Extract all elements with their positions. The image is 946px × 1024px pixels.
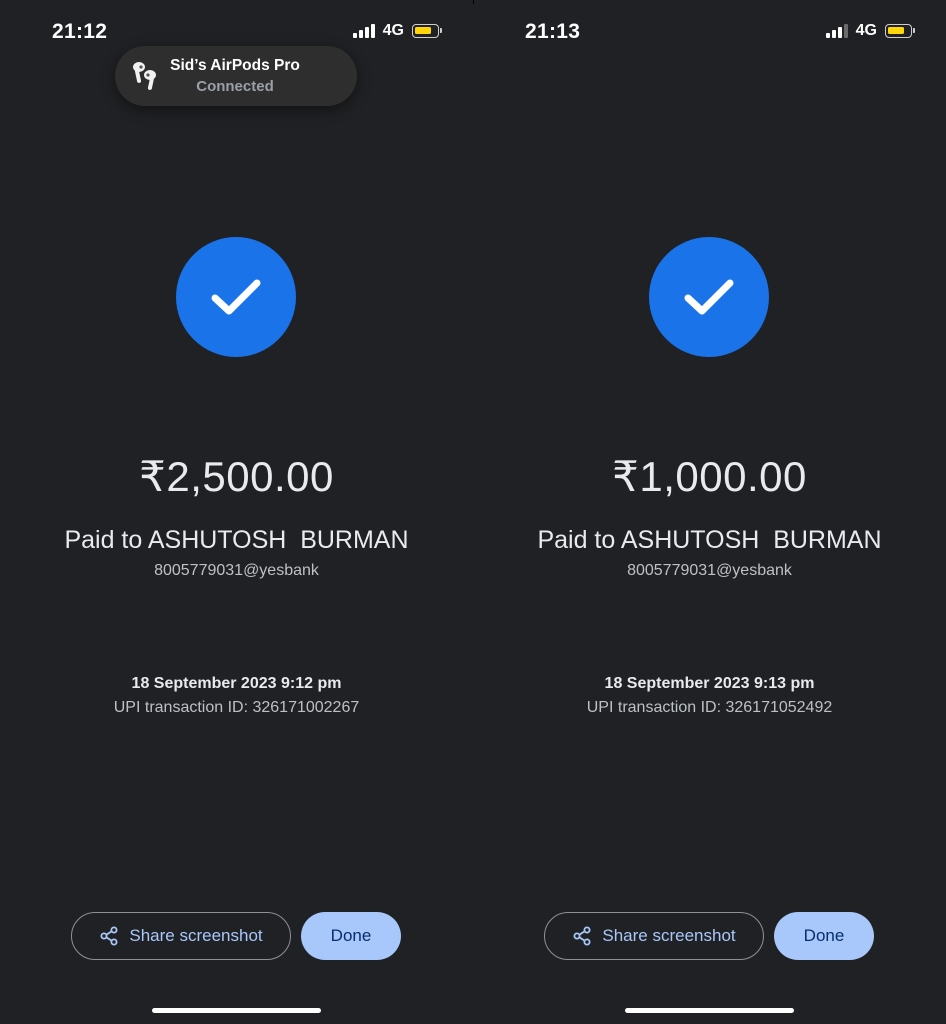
battery-icon [885, 24, 915, 38]
airpods-device-name: Sid’s AirPods Pro [170, 57, 300, 74]
payee-upi-id: 8005779031@yesbank [627, 562, 792, 579]
status-bar: 21:13 4G [473, 0, 946, 64]
payment-datetime: 18 September 2023 9:13 pm [604, 675, 815, 692]
done-button[interactable]: Done [774, 912, 874, 960]
success-check-badge [176, 237, 296, 357]
payment-amount: ₹2,500.00 [139, 453, 334, 500]
status-indicators: 4G [352, 22, 442, 40]
battery-icon [412, 24, 442, 38]
upi-transaction-id: UPI transaction ID: 326171002267 [113, 699, 360, 716]
payee-upi-id: 8005779031@yesbank [154, 562, 319, 579]
airpods-icon [133, 62, 156, 90]
status-indicators: 4G [825, 22, 915, 40]
airpods-connected-notification[interactable]: Sid’s AirPods Pro Connected [115, 46, 357, 106]
cellular-signal-icon [352, 24, 375, 38]
payee-name: Paid to ASHUTOSH BURMAN [64, 526, 409, 554]
done-button[interactable]: Done [301, 912, 401, 960]
payment-datetime: 18 September 2023 9:12 pm [131, 675, 342, 692]
success-check-badge [649, 237, 769, 357]
screen-divider [473, 0, 474, 4]
network-type: 4G [855, 22, 877, 39]
share-screenshot-label: Share screenshot [602, 926, 736, 945]
home-indicator[interactable] [625, 1008, 794, 1013]
status-time: 21:12 [52, 20, 108, 43]
network-type: 4G [382, 22, 404, 39]
share-icon [100, 926, 118, 946]
home-indicator[interactable] [152, 1008, 321, 1013]
share-icon [573, 926, 591, 946]
airpods-status: Connected [196, 78, 274, 95]
screenshot-pair: 21:12 4G Sid’s AirPods Pro Connected ₹2,… [0, 0, 946, 1024]
payment-success-screen-1: 21:12 4G Sid’s AirPods Pro Connected ₹2,… [0, 0, 473, 1024]
payment-success-screen-2: 21:13 4G ₹1,000.00 Paid to ASHUTOSH BURM… [473, 0, 946, 1024]
checkmark-icon [684, 279, 734, 315]
cellular-signal-icon [825, 24, 848, 38]
share-screenshot-button[interactable]: Share screenshot [71, 912, 291, 960]
done-label: Done [330, 926, 372, 945]
share-screenshot-label: Share screenshot [129, 926, 263, 945]
share-screenshot-button[interactable]: Share screenshot [544, 912, 764, 960]
done-label: Done [803, 926, 845, 945]
payment-amount: ₹1,000.00 [612, 453, 807, 500]
payee-name: Paid to ASHUTOSH BURMAN [537, 526, 882, 554]
checkmark-icon [211, 279, 261, 315]
status-time: 21:13 [525, 20, 581, 43]
upi-transaction-id: UPI transaction ID: 326171052492 [586, 699, 833, 716]
